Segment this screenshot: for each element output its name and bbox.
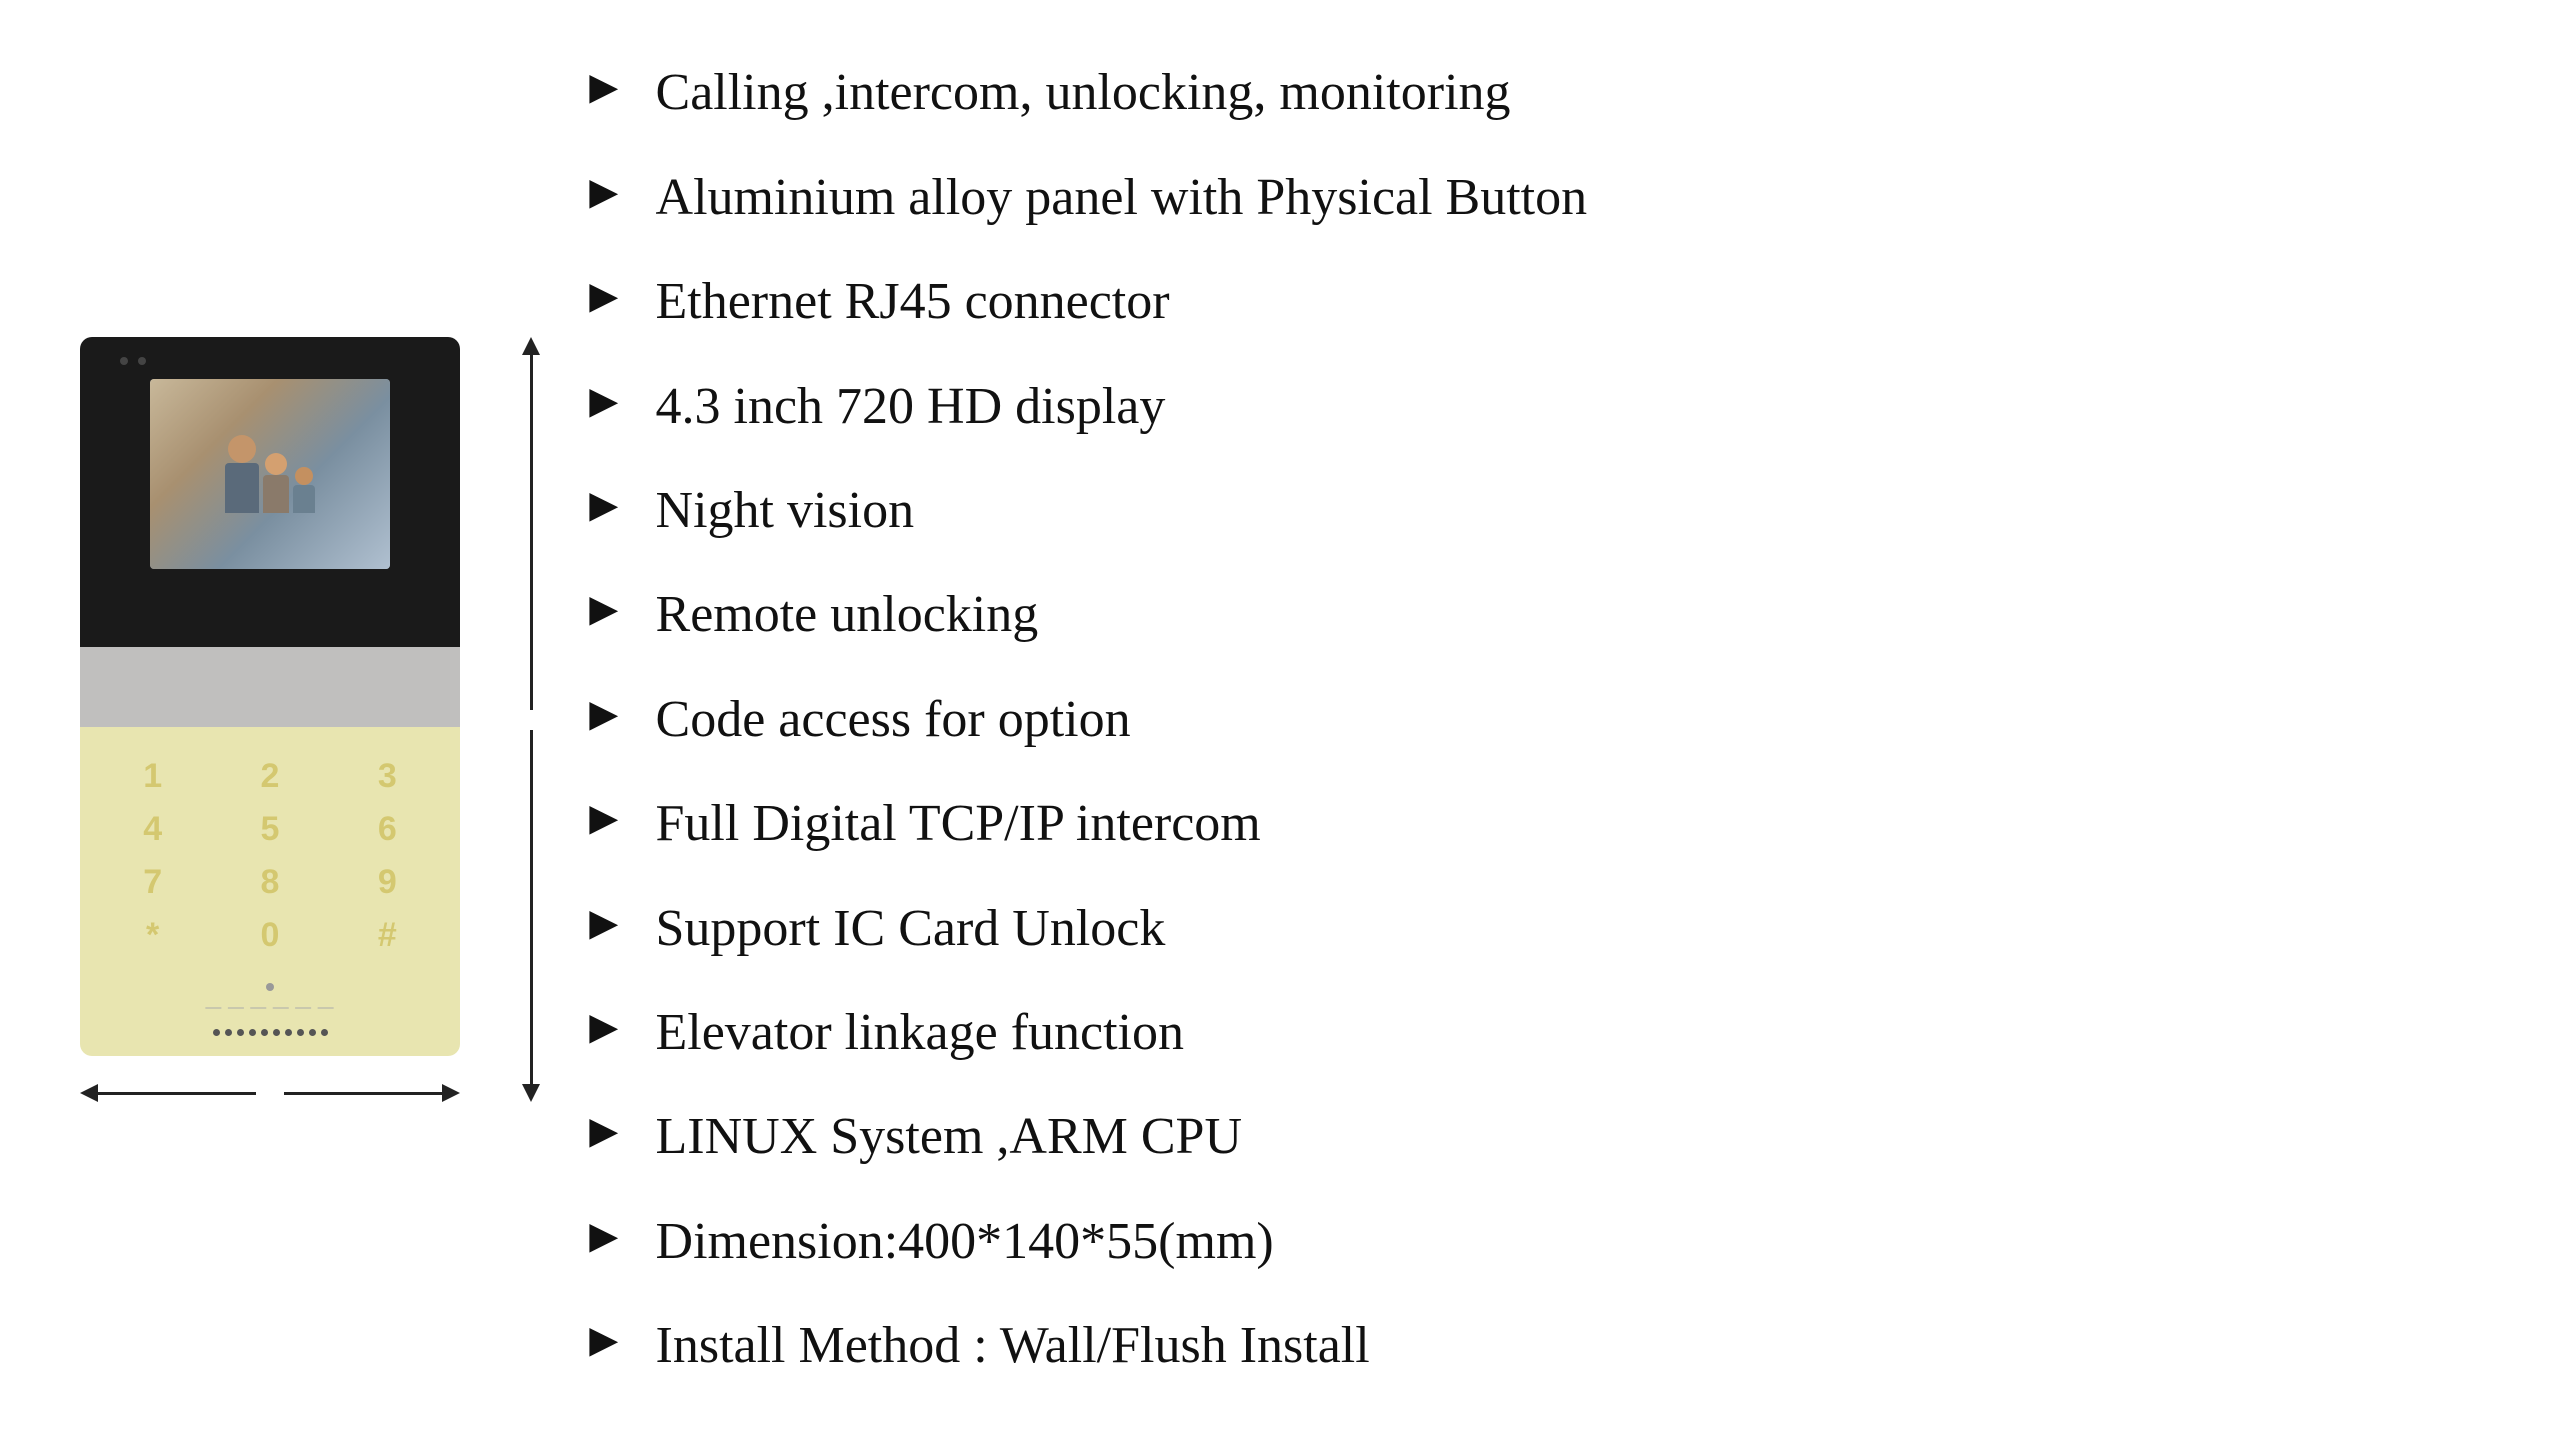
spec-text-display: 4.3 inch 720 HD display <box>656 376 1166 438</box>
spec-text-calling: Calling ,intercom, unlocking, monitoring <box>656 62 1511 124</box>
key-3: 3 <box>339 757 436 796</box>
person-body-3 <box>293 485 315 513</box>
person-body-1 <box>225 463 259 513</box>
spec-arrow-icon-ethernet: ► <box>580 273 628 321</box>
spec-item-elevator: ► Elevator linkage function <box>580 1002 2480 1064</box>
spec-arrow-icon-linux: ► <box>580 1108 628 1156</box>
device-screen <box>150 379 390 569</box>
speaker-dot-1 <box>225 1029 232 1036</box>
spec-text-install: Install Method : Wall/Flush Install <box>656 1315 1370 1377</box>
device-body: 123 456 789 * 0 # — — — — — — <box>80 337 460 1056</box>
dim-line-vertical-bottom <box>530 730 533 1085</box>
spec-item-night-vision: ► Night vision <box>580 480 2480 542</box>
key-9: 9 <box>339 863 436 902</box>
key-4: 4 <box>104 810 201 849</box>
key-0: 0 <box>221 916 318 955</box>
dim-arrow-up-icon <box>522 337 540 355</box>
key-6: 6 <box>339 810 436 849</box>
spec-item-display: ► 4.3 inch 720 HD display <box>580 376 2480 438</box>
main-container: 123 456 789 * 0 # — — — — — — ► Calling ,inter… <box>80 62 2480 1377</box>
spec-arrow-icon-tcp-ip: ► <box>580 795 628 843</box>
dimension-horizontal <box>80 1084 460 1102</box>
spec-arrow-icon-display: ► <box>580 378 628 426</box>
person-head-3 <box>295 467 313 485</box>
speaker-dot-4 <box>261 1029 268 1036</box>
spec-text-ethernet: Ethernet RJ45 connector <box>656 271 1170 333</box>
speaker-dot-2 <box>237 1029 244 1036</box>
dim-line-h-left <box>98 1092 256 1095</box>
spec-item-ethernet: ► Ethernet RJ45 connector <box>580 271 2480 333</box>
spec-text-elevator: Elevator linkage function <box>656 1002 1184 1064</box>
speaker-dot-3 <box>249 1029 256 1036</box>
spec-item-code-access: ► Code access for option <box>580 689 2480 751</box>
spec-item-install: ► Install Method : Wall/Flush Install <box>580 1315 2480 1377</box>
dim-line-vertical-top <box>530 355 533 710</box>
speaker-dot-5 <box>273 1029 280 1036</box>
device-wrapper: 123 456 789 * 0 # — — — — — — <box>80 337 460 1102</box>
dim-arrow-right-icon <box>442 1084 460 1102</box>
spec-arrow-icon-calling: ► <box>580 64 628 112</box>
spec-arrow-icon-night-vision: ► <box>580 482 628 530</box>
keypad-grid: 123 456 789 * 0 # <box>104 757 436 955</box>
device-keypad-section: 123 456 789 * 0 # — — — — — — <box>80 727 460 1056</box>
dim-arrow-left-icon <box>80 1084 98 1102</box>
dim-line-h-right <box>284 1092 442 1095</box>
spec-arrow-icon-ic-card: ► <box>580 900 628 948</box>
key-#: # <box>339 916 436 955</box>
device-top-section <box>80 337 460 647</box>
person-body-2 <box>263 475 289 513</box>
spec-text-night-vision: Night vision <box>656 480 915 542</box>
speaker-dot-9 <box>321 1029 328 1036</box>
speaker-dot-8 <box>309 1029 316 1036</box>
spec-text-remote-unlocking: Remote unlocking <box>656 584 1039 646</box>
indicator-dot-2 <box>138 357 146 365</box>
spec-arrow-icon-panel: ► <box>580 169 628 217</box>
person-head-2 <box>265 453 287 475</box>
spec-item-remote-unlocking: ► Remote unlocking <box>580 584 2480 646</box>
person-1 <box>225 435 259 513</box>
spec-item-linux: ► LINUX System ,ARM CPU <box>580 1106 2480 1168</box>
person-3 <box>293 467 315 513</box>
bottom-text: — — — — — — <box>205 999 334 1017</box>
device-bottom-area: — — — — — — <box>104 983 436 1036</box>
key-5: 5 <box>221 810 318 849</box>
spec-text-tcp-ip: Full Digital TCP/IP intercom <box>656 793 1261 855</box>
spec-arrow-icon-elevator: ► <box>580 1004 628 1052</box>
indicator-dot-1 <box>120 357 128 365</box>
spec-item-panel: ► Aluminium alloy panel with Physical But… <box>580 167 2480 229</box>
spec-text-dimension: Dimension:400*140*55(mm) <box>656 1211 1274 1273</box>
family-silhouette <box>225 435 315 513</box>
key-*: * <box>104 916 201 955</box>
spec-text-ic-card: Support IC Card Unlock <box>656 898 1166 960</box>
key-8: 8 <box>221 863 318 902</box>
spec-item-calling: ► Calling ,intercom, unlocking, monitorin… <box>580 62 2480 124</box>
dim-arrow-down-icon <box>522 1084 540 1102</box>
device-middle-section <box>80 647 460 727</box>
key-2: 2 <box>221 757 318 796</box>
spec-arrow-icon-remote-unlocking: ► <box>580 586 628 634</box>
speaker-dot-6 <box>285 1029 292 1036</box>
spec-arrow-icon-dimension: ► <box>580 1213 628 1261</box>
spec-arrow-icon-install: ► <box>580 1317 628 1365</box>
spec-arrow-icon-code-access: ► <box>580 691 628 739</box>
speaker-dot-0 <box>213 1029 220 1036</box>
spec-item-ic-card: ► Support IC Card Unlock <box>580 898 2480 960</box>
vertical-dimension <box>522 337 540 1102</box>
spec-text-code-access: Code access for option <box>656 689 1131 751</box>
speaker-dots <box>213 1029 328 1036</box>
person-2 <box>263 453 289 513</box>
spec-text-panel: Aluminium alloy panel with Physical Butt… <box>656 167 1588 229</box>
bottom-dot <box>266 983 274 991</box>
speaker-dot-7 <box>297 1029 304 1036</box>
person-head-1 <box>228 435 256 463</box>
spec-item-dimension: ► Dimension:400*140*55(mm) <box>580 1211 2480 1273</box>
screen-image <box>150 379 390 569</box>
device-indicator-dots <box>120 357 146 365</box>
key-1: 1 <box>104 757 201 796</box>
specs-list: ► Calling ,intercom, unlocking, monitorin… <box>580 62 2480 1377</box>
spec-item-tcp-ip: ► Full Digital TCP/IP intercom <box>580 793 2480 855</box>
spec-text-linux: LINUX System ,ARM CPU <box>656 1106 1243 1168</box>
key-7: 7 <box>104 863 201 902</box>
